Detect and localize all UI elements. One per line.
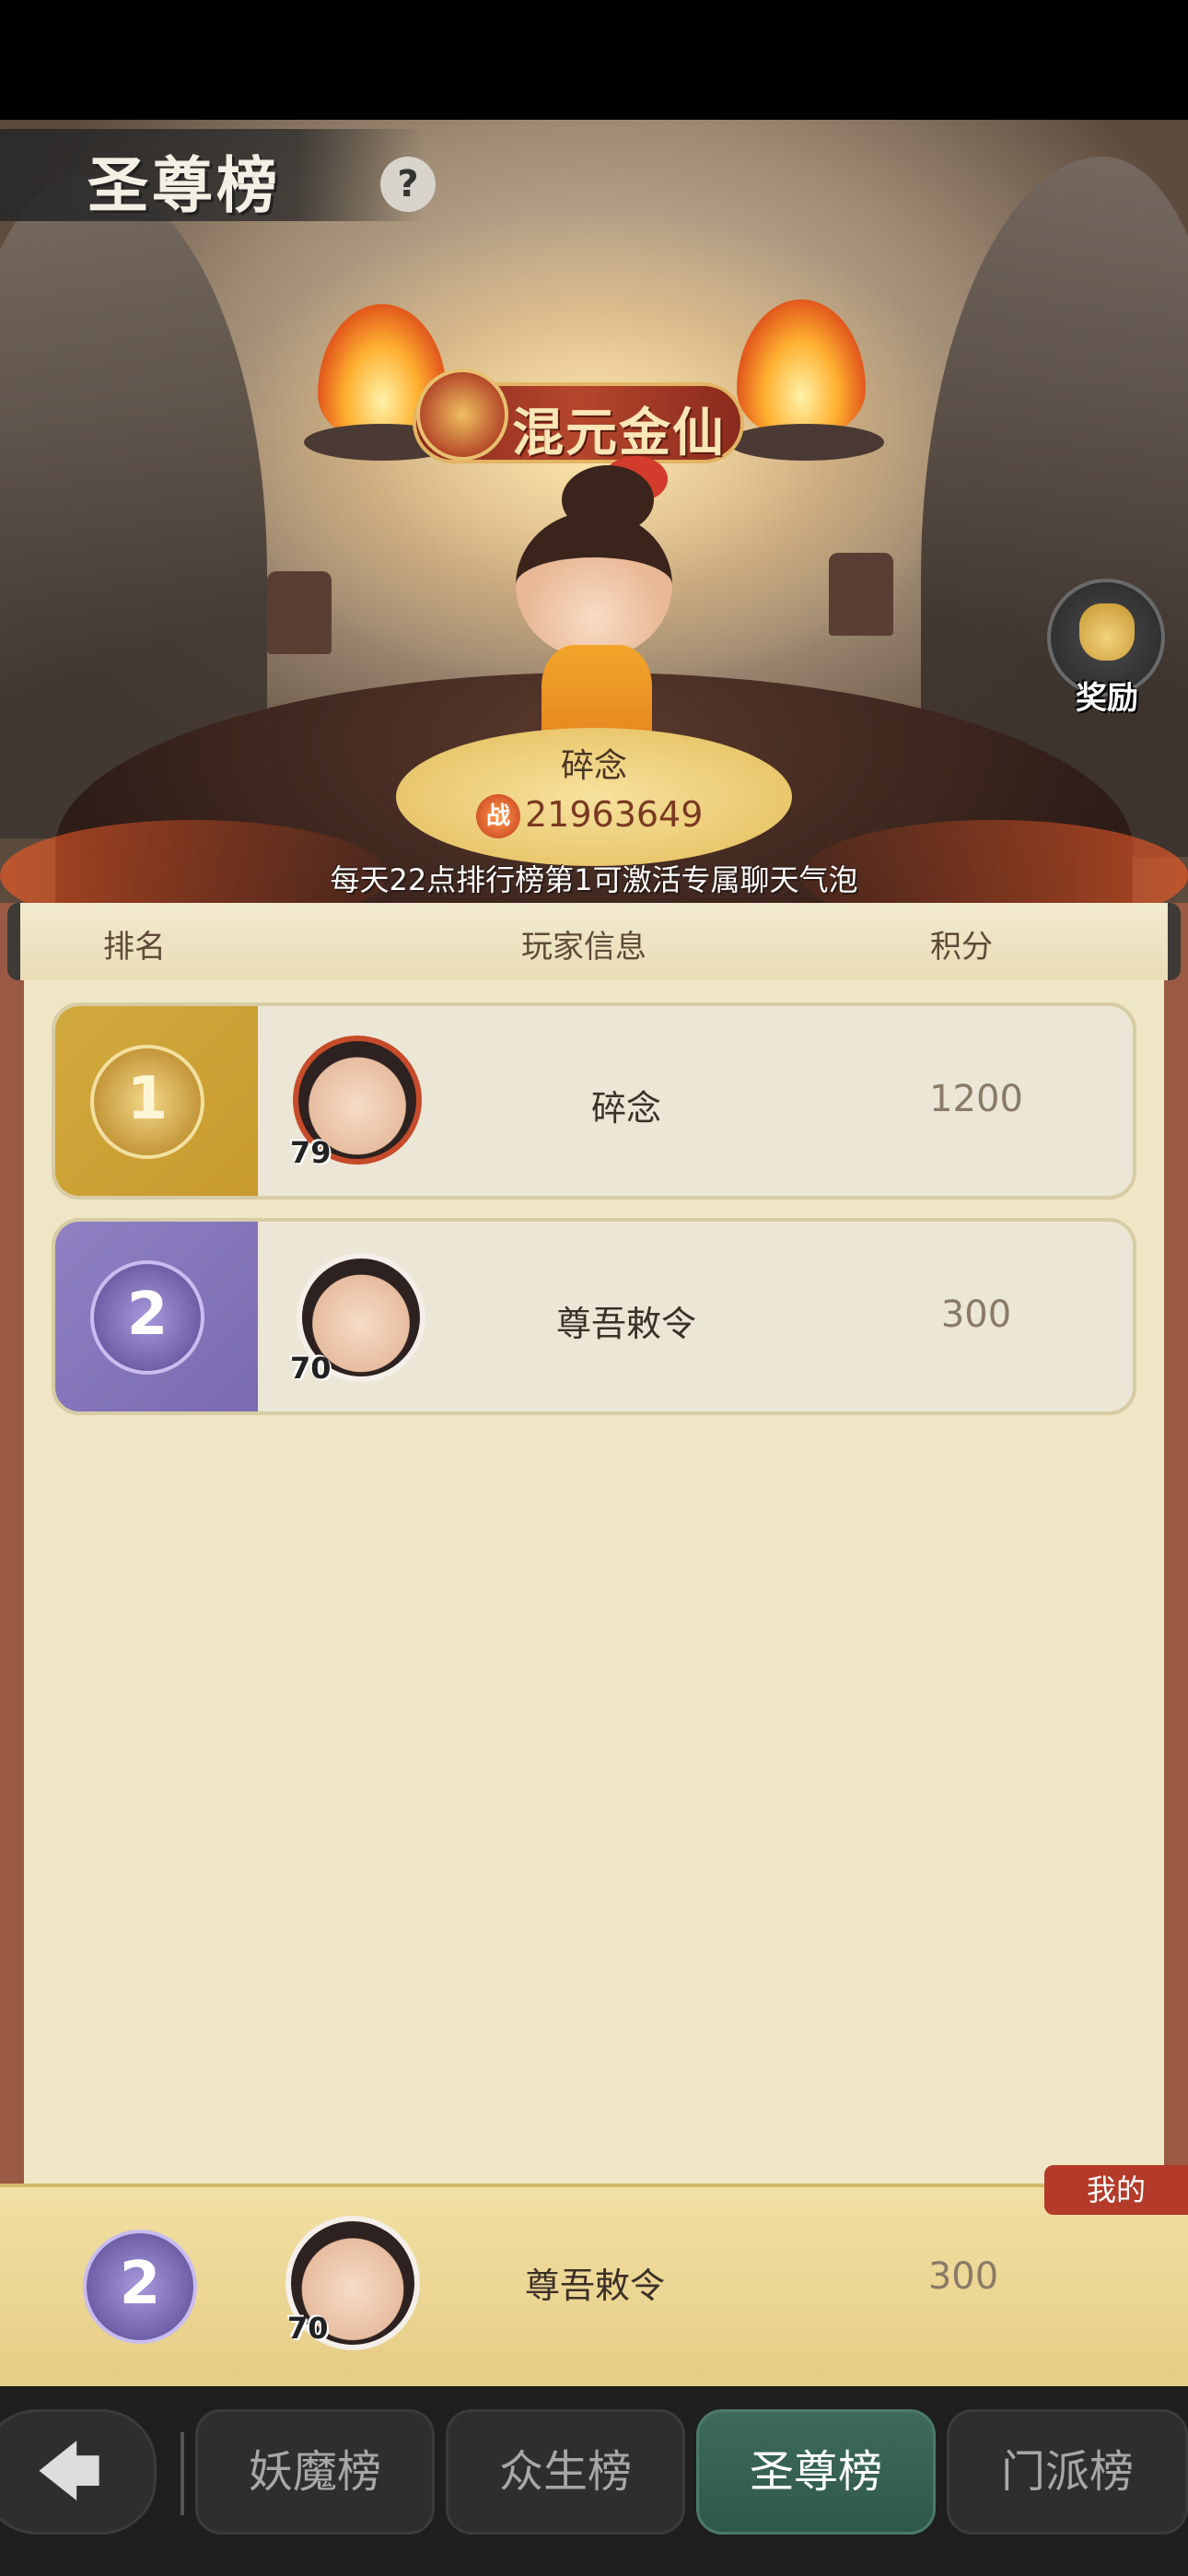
my-player-name: 尊吾敕令	[524, 2266, 665, 2306]
player-score: 300	[940, 1294, 1012, 1336]
my-tag: 我的	[1044, 2165, 1188, 2215]
page-title: 圣尊榜	[87, 149, 281, 221]
help-button[interactable]: ?	[380, 157, 436, 212]
rank-number: 1	[126, 1065, 169, 1133]
power-icon: 战	[476, 794, 520, 838]
player-name: 尊吾敕令	[555, 1304, 696, 1344]
reward-bag-icon	[1079, 603, 1135, 661]
table-row[interactable]: 1 79 碎念 1200	[52, 1002, 1136, 1200]
header-score: 积分	[930, 929, 993, 966]
top-player-power: 21963649	[525, 794, 704, 835]
lantern-right-icon	[829, 553, 893, 636]
player-score: 1200	[929, 1078, 1023, 1120]
tab-menpai[interactable]: 门派榜	[947, 2409, 1188, 2535]
top-player-name: 碎念	[560, 747, 627, 785]
brazier-right	[728, 424, 884, 461]
tab-shengzun[interactable]: 圣尊榜	[696, 2409, 936, 2535]
rank-hint: 每天22点排行榜第1可激活专属聊天气泡	[330, 862, 858, 897]
rank-medal-gold-icon: 1	[90, 1045, 204, 1159]
my-rank-number: 2	[119, 2250, 161, 2318]
tab-yaomo[interactable]: 妖魔榜	[195, 2409, 435, 2535]
my-avatar-level: 70	[287, 2311, 329, 2346]
rank-number: 2	[126, 1281, 169, 1349]
avatar-level: 70	[290, 1351, 332, 1386]
back-arrow-icon[interactable]: 🡄	[0, 2409, 157, 2535]
header-player-info: 玩家信息	[521, 929, 646, 966]
header-rank: 排名	[103, 929, 166, 966]
lantern-left-icon	[267, 571, 332, 654]
character-head	[516, 511, 672, 659]
status-area	[0, 0, 1188, 120]
my-rank-medal-icon: 2	[83, 2230, 197, 2344]
avatar-level: 79	[290, 1135, 332, 1170]
rank-medal-purple-icon: 2	[90, 1260, 204, 1375]
reward-label: 奖励	[1076, 680, 1138, 717]
my-player-score: 300	[927, 2255, 999, 2298]
player-name: 碎念	[590, 1088, 661, 1129]
table-row[interactable]: 2 70 尊吾敕令 300	[52, 1218, 1136, 1415]
realm-title: 混元金仙	[512, 403, 726, 463]
nav-divider	[181, 2432, 184, 2515]
tab-zhongsheng[interactable]: 众生榜	[446, 2409, 685, 2535]
realm-emblem-icon	[416, 369, 508, 461]
